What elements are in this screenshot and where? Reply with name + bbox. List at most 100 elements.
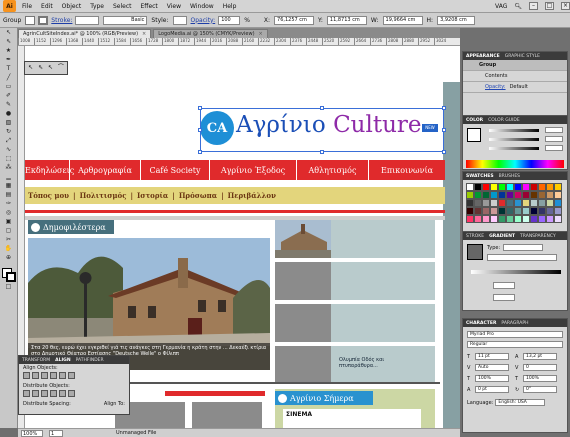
- resize-handle[interactable]: [198, 128, 202, 132]
- swatch[interactable]: [466, 215, 474, 223]
- brush-definition-select[interactable]: Basic: [103, 15, 148, 25]
- swatch[interactable]: [522, 215, 530, 223]
- menu-window[interactable]: Window: [190, 3, 214, 10]
- font-family-select[interactable]: Myriad Pro: [467, 331, 563, 338]
- color-value-2[interactable]: [545, 136, 563, 142]
- close-button[interactable]: ×: [561, 2, 570, 10]
- align-right-button[interactable]: [41, 372, 48, 379]
- graph-tool-icon[interactable]: ▁: [3, 173, 15, 181]
- swatch[interactable]: [522, 199, 530, 207]
- artboard-nav-field[interactable]: 1: [49, 429, 63, 437]
- graphic-style-select[interactable]: [172, 15, 187, 25]
- swatch[interactable]: [546, 191, 554, 199]
- thumbnail-image[interactable]: [275, 304, 331, 342]
- swatch[interactable]: [474, 191, 482, 199]
- swatch[interactable]: [498, 207, 506, 215]
- horizontal-ruler[interactable]: 1008 1152 1296 1368 1440 1512 1584 1656 1728 1800…: [18, 38, 460, 46]
- artboard-tool-icon[interactable]: ▢: [3, 227, 15, 235]
- free-transform-tool-icon[interactable]: ⬚: [3, 155, 15, 163]
- type-tool-icon[interactable]: T: [3, 65, 15, 73]
- doc-tab-agrincult[interactable]: AgrinCultSiteIndex.ai* @ 100% (RGB/Previ…: [18, 29, 152, 38]
- swatch[interactable]: [506, 191, 514, 199]
- horizontal-scale-field[interactable]: 100%: [475, 375, 509, 382]
- nav-item-going-out[interactable]: Αγρίνιο Έξοδος: [210, 160, 297, 180]
- search-icon[interactable]: 🔍︎: [514, 3, 522, 10]
- tab-gradient[interactable]: GRADIENT: [489, 234, 515, 239]
- baseline-shift-field[interactable]: 0 pt: [475, 386, 509, 393]
- color-slider-2[interactable]: [489, 138, 539, 141]
- tab-paragraph[interactable]: PARAGRAPH: [501, 321, 528, 326]
- gradient-angle-field[interactable]: [487, 254, 557, 261]
- minimize-button[interactable]: –: [529, 2, 538, 10]
- tab-character[interactable]: CHARACTER: [466, 321, 496, 326]
- subnav-item[interactable]: Περιβάλλον: [228, 191, 276, 200]
- h-field[interactable]: 3,9208 cm: [437, 15, 476, 25]
- direct-selection-tool-icon[interactable]: ⇖: [3, 38, 15, 46]
- resize-handle[interactable]: [320, 150, 324, 154]
- color-value-1[interactable]: [545, 127, 563, 133]
- distribute-vcenter-button[interactable]: [32, 390, 39, 397]
- selection-tool-icon[interactable]: ↖: [3, 29, 15, 37]
- resize-handle[interactable]: [442, 150, 446, 154]
- align-vcenter-button[interactable]: [59, 372, 66, 379]
- list-item[interactable]: Ολυμπία Οδός και πτυπαράθυρα...: [275, 346, 435, 384]
- distribute-hcenter-button[interactable]: [59, 390, 66, 397]
- distribute-top-button[interactable]: [23, 390, 30, 397]
- hand-tool-icon[interactable]: ✋: [3, 245, 15, 253]
- distribute-right-button[interactable]: [68, 390, 75, 397]
- swatch[interactable]: [514, 191, 522, 199]
- swatch[interactable]: [474, 183, 482, 191]
- swatch[interactable]: [498, 183, 506, 191]
- font-size-field[interactable]: 11 pt: [475, 353, 509, 360]
- swatch[interactable]: [466, 207, 474, 215]
- menu-object[interactable]: Object: [62, 3, 82, 10]
- tab-appearance[interactable]: APPEARANCE: [466, 54, 500, 59]
- group-selection-tool-icon[interactable]: ↖: [48, 64, 53, 71]
- list-item[interactable]: [275, 304, 435, 342]
- direct-selection-tool-icon[interactable]: ⇖: [38, 64, 43, 71]
- swatch[interactable]: [466, 191, 474, 199]
- swatch[interactable]: [522, 183, 530, 191]
- pencil-tool-icon[interactable]: ✎: [3, 101, 15, 109]
- resize-handle[interactable]: [198, 150, 202, 154]
- align-top-button[interactable]: [50, 372, 57, 379]
- leading-field[interactable]: 13,2 pt: [523, 353, 557, 360]
- floating-tool-strip[interactable]: ↖ ⇖ ↖ ⌒: [24, 61, 68, 75]
- color-value-3[interactable]: [545, 145, 563, 151]
- x-field[interactable]: 76,1257 cm: [274, 15, 315, 25]
- menu-file[interactable]: File: [22, 3, 32, 10]
- swatch[interactable]: [546, 207, 554, 215]
- swatch[interactable]: [506, 207, 514, 215]
- menu-view[interactable]: View: [167, 3, 181, 10]
- gradient-tool-icon[interactable]: ▤: [3, 191, 15, 199]
- swatch[interactable]: [546, 199, 554, 207]
- gradient-location-field[interactable]: [493, 294, 515, 301]
- swatch[interactable]: [554, 191, 562, 199]
- language-select[interactable]: English: USA: [495, 399, 546, 406]
- pen-tool-icon[interactable]: ✒: [3, 56, 15, 64]
- swatch[interactable]: [522, 207, 530, 215]
- tab-color[interactable]: COLOR: [466, 118, 483, 123]
- swatch[interactable]: [506, 215, 514, 223]
- status-text[interactable]: Unmanaged File: [116, 430, 156, 436]
- y-field[interactable]: 11,8713 cm: [326, 15, 367, 25]
- swatch[interactable]: [474, 207, 482, 215]
- swatch[interactable]: [482, 207, 490, 215]
- swatch[interactable]: [490, 207, 498, 215]
- swatch[interactable]: [522, 191, 530, 199]
- character-rotation-field[interactable]: 0°: [523, 386, 557, 393]
- appearance-contents-row[interactable]: Contents: [463, 71, 567, 82]
- swatch[interactable]: [498, 215, 506, 223]
- swatch[interactable]: [490, 191, 498, 199]
- gradient-opacity-field[interactable]: [493, 282, 515, 289]
- gradient-slider[interactable]: [471, 270, 561, 274]
- swatch[interactable]: [538, 207, 546, 215]
- opacity-link[interactable]: Opacity:: [485, 84, 506, 90]
- warp-tool-icon[interactable]: ∿: [3, 146, 15, 154]
- swatch[interactable]: [490, 215, 498, 223]
- resize-handle[interactable]: [442, 128, 446, 132]
- stroke-link[interactable]: Stroke:: [51, 17, 72, 24]
- tab-align[interactable]: ALIGN: [55, 358, 70, 363]
- magic-wand-tool-icon[interactable]: ★: [3, 47, 15, 55]
- tracking-field[interactable]: 0: [523, 364, 557, 371]
